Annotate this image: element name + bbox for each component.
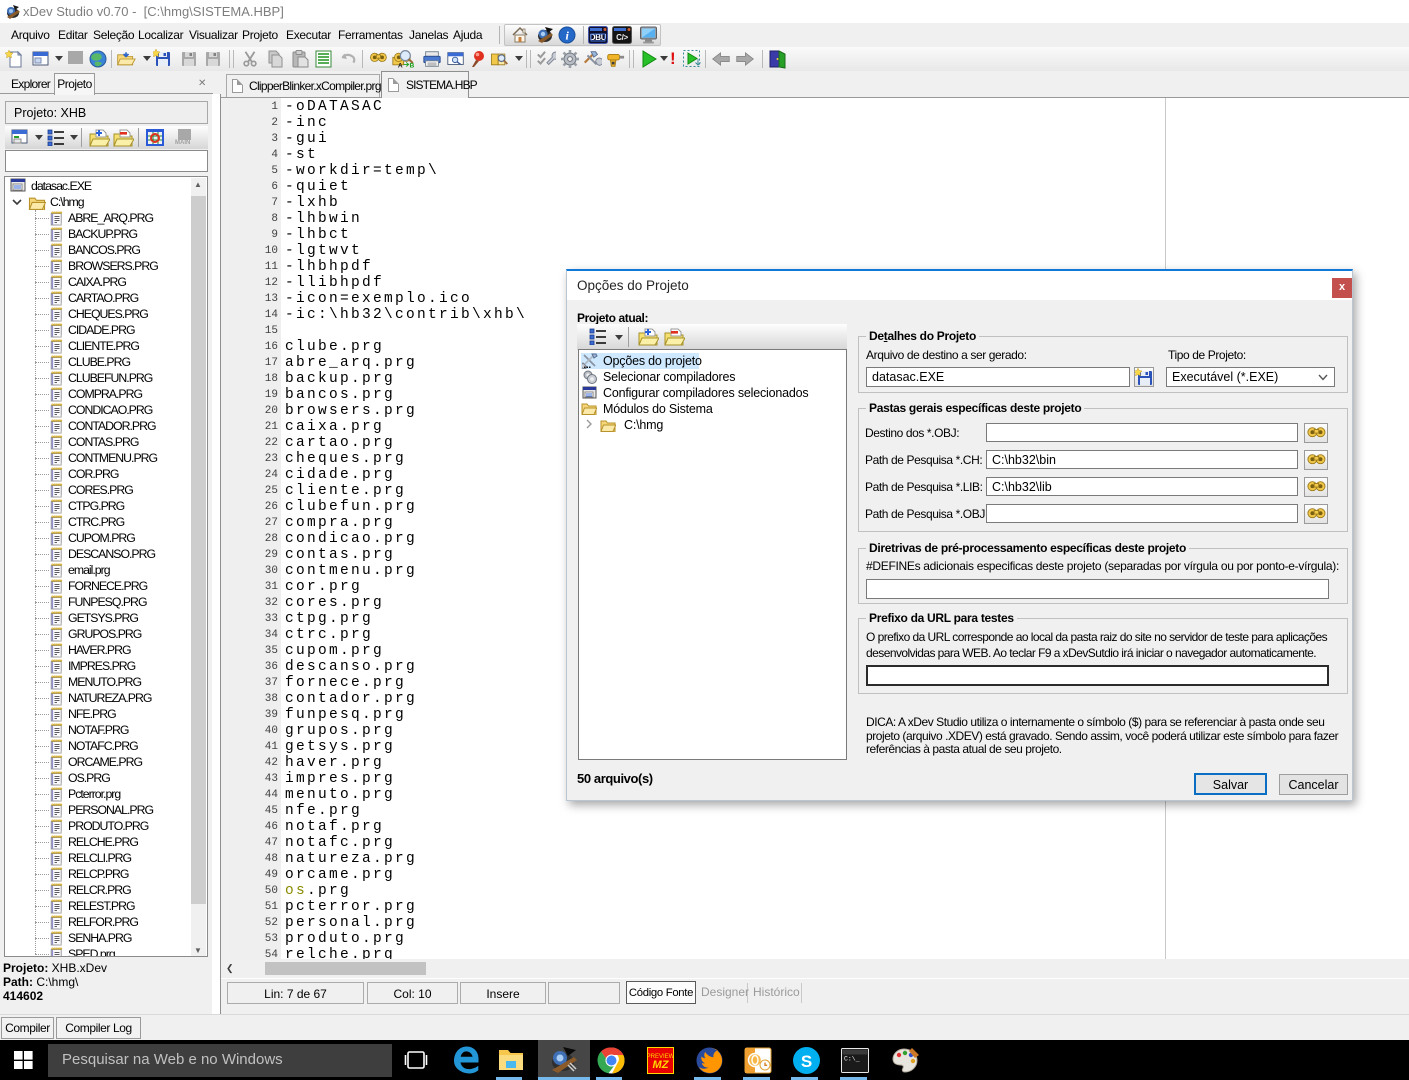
svg-text:B: B bbox=[410, 62, 415, 69]
svg-text:A: A bbox=[398, 62, 403, 69]
svg-text:MZ: MZ bbox=[653, 1059, 670, 1071]
svg-text:S: S bbox=[801, 1052, 812, 1071]
svg-text:C/>: C/> bbox=[616, 33, 628, 42]
svg-text:C:\_: C:\_ bbox=[844, 1056, 860, 1063]
